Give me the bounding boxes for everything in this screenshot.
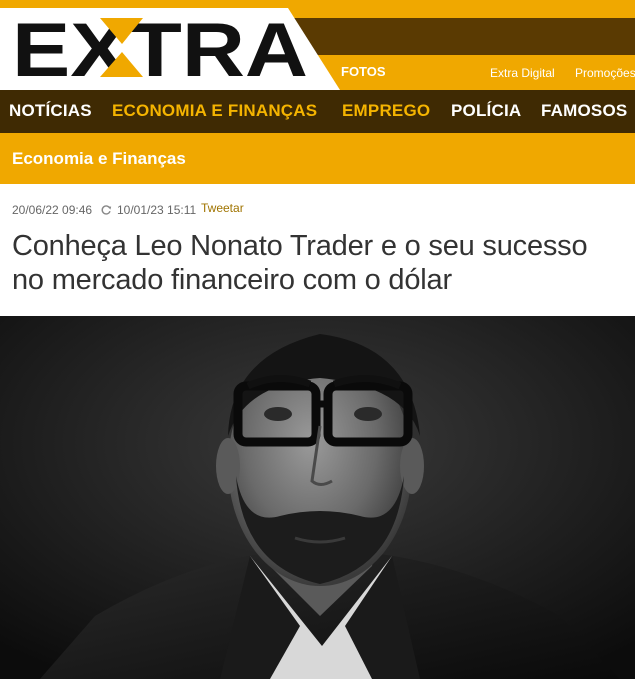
- extra-logo[interactable]: EXTRA: [12, 14, 312, 80]
- logo-text: EXTRA: [12, 14, 308, 80]
- site-header: EXTRA FOTOS Extra Digital Promoções: [0, 0, 635, 90]
- extra-digital-link[interactable]: Extra Digital: [490, 66, 555, 80]
- promocoes-link[interactable]: Promoções: [575, 66, 635, 80]
- nav-item-emprego[interactable]: EMPREGO: [342, 101, 430, 121]
- published-date: 20/06/22 09:46: [12, 203, 93, 217]
- nav-item-famosos[interactable]: FAMOSOS: [541, 101, 627, 121]
- section-title[interactable]: Economia e Finanças: [12, 149, 186, 169]
- section-bar: Economia e Finanças: [0, 133, 635, 184]
- fotos-link[interactable]: FOTOS: [341, 64, 386, 79]
- refresh-icon: [101, 205, 112, 215]
- hero-photo: [0, 316, 635, 679]
- updated-date: 10/01/23 15:11: [117, 203, 197, 217]
- nav-item-economia-e-financas[interactable]: ECONOMIA E FINANÇAS: [112, 101, 317, 121]
- main-nav: NOTÍCIAS ECONOMIA E FINANÇAS EMPREGO POL…: [0, 90, 635, 133]
- header-dark-strip: [290, 18, 635, 55]
- tweet-link[interactable]: Tweetar: [201, 201, 244, 215]
- nav-item-noticias[interactable]: NOTÍCIAS: [9, 101, 92, 121]
- article-headline: Conheça Leo Nonato Trader e o seu sucess…: [12, 230, 588, 296]
- portrait-illustration: [0, 316, 635, 679]
- nav-item-policia[interactable]: POLÍCIA: [451, 101, 521, 121]
